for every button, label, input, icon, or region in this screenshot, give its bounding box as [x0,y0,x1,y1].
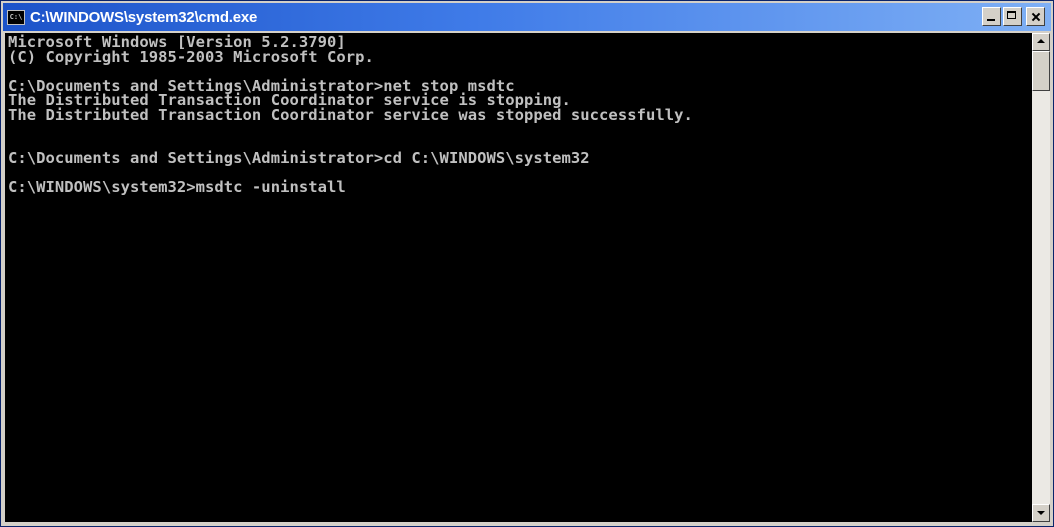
console-output[interactable]: Microsoft Windows [Version 5.2.3790] (C)… [5,33,1032,522]
maximize-icon[interactable] [1003,7,1022,26]
minimize-icon[interactable] [982,7,1001,26]
close-icon[interactable] [1026,7,1045,26]
title-bar[interactable]: C:\ C:\WINDOWS\system32\cmd.exe [3,3,1051,31]
caption-buttons [982,7,1045,26]
console-line: (C) Copyright 1985-2003 Microsoft Corp. [8,47,374,66]
console-icon[interactable]: C:\ [7,9,25,25]
console-icon-glyph: C:\ [9,12,23,21]
window-title: C:\WINDOWS\system32\cmd.exe [30,8,258,26]
console-prompt-line[interactable]: C:\WINDOWS\system32>msdtc -uninstall [8,180,1032,195]
console-line: C:\Documents and Settings\Administrator>… [8,149,590,167]
scroll-up-arrow-icon[interactable] [1032,33,1050,51]
vertical-scrollbar[interactable] [1032,33,1050,522]
console-line: The Distributed Transaction Coordinator … [8,105,693,124]
scroll-down-arrow-icon[interactable] [1032,504,1050,522]
cmd-window: C:\ C:\WINDOWS\system32\cmd.exe Microsof… [0,0,1054,527]
scrollbar-thumb[interactable] [1032,51,1050,91]
